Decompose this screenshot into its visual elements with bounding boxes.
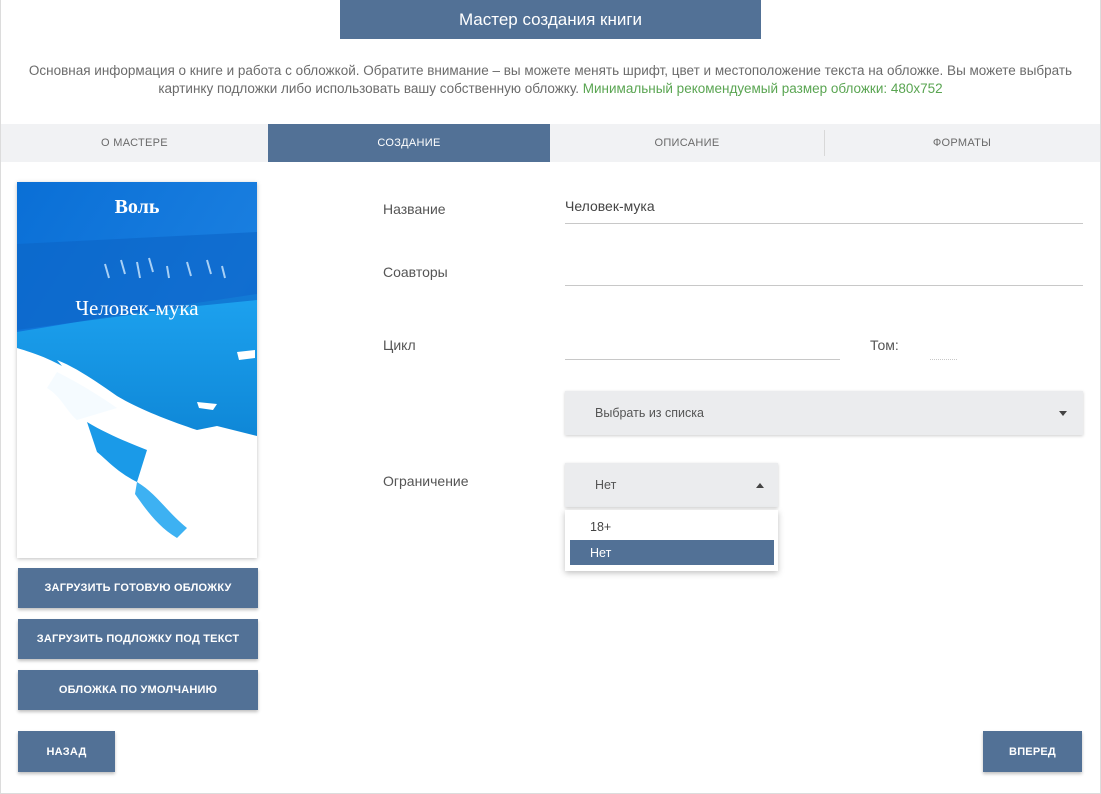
cycle-select[interactable]: Выбрать из списка (565, 391, 1083, 435)
next-button[interactable]: ВПЕРЕД (983, 731, 1082, 772)
tab-formats[interactable]: ФОРМАТЫ (824, 124, 1100, 162)
page-title: Мастер создания книги (340, 0, 761, 39)
volume-label: Том: (870, 337, 899, 353)
tab-about[interactable]: О МАСТЕРЕ (1, 124, 268, 162)
default-cover-button[interactable]: ОБЛОЖКА ПО УМОЛЧАНИЮ (18, 670, 258, 710)
cover-author-text[interactable]: Воль (17, 196, 257, 219)
wizard-tabs: О МАСТЕРЕ СОЗДАНИЕ ОПИСАНИЕ ФОРМАТЫ (1, 124, 1100, 162)
tab-create[interactable]: СОЗДАНИЕ (268, 124, 550, 162)
upload-cover-button[interactable]: ЗАГРУЗИТЬ ГОТОВУЮ ОБЛОЖКУ (18, 568, 258, 608)
cover-title-text[interactable]: Человек-мука (17, 296, 257, 321)
restriction-select-value: Нет (595, 478, 617, 492)
chevron-up-icon (756, 483, 764, 488)
restriction-label: Ограничение (383, 473, 469, 489)
cover-size-hint: Минимальный рекомендуемый размер обложки… (582, 81, 943, 96)
title-label: Название (383, 201, 446, 217)
coauthors-label: Соавторы (383, 264, 448, 280)
restriction-option-none[interactable]: Нет (570, 540, 774, 565)
cycle-input[interactable] (565, 334, 840, 360)
back-button[interactable]: НАЗАД (18, 731, 115, 772)
coauthors-input[interactable] (565, 260, 1083, 286)
cycle-label: Цикл (383, 337, 416, 353)
intro-text: Основная информация о книге и работа с о… (20, 62, 1081, 98)
book-cover-preview: Воль Человек-мука (17, 182, 257, 558)
restriction-select[interactable]: Нет (565, 463, 778, 507)
title-input[interactable]: Человек-мука (565, 198, 1083, 224)
upload-background-button[interactable]: ЗАГРУЗИТЬ ПОДЛОЖКУ ПОД ТЕКСТ (18, 619, 258, 659)
tab-description[interactable]: ОПИСАНИЕ (550, 124, 824, 162)
cover-background-image (17, 182, 257, 558)
cycle-select-value: Выбрать из списка (595, 406, 704, 420)
restriction-option-18[interactable]: 18+ (570, 514, 774, 539)
restriction-dropdown: 18+ Нет (565, 510, 778, 571)
chevron-down-icon (1059, 411, 1067, 416)
volume-input[interactable] (930, 334, 957, 360)
